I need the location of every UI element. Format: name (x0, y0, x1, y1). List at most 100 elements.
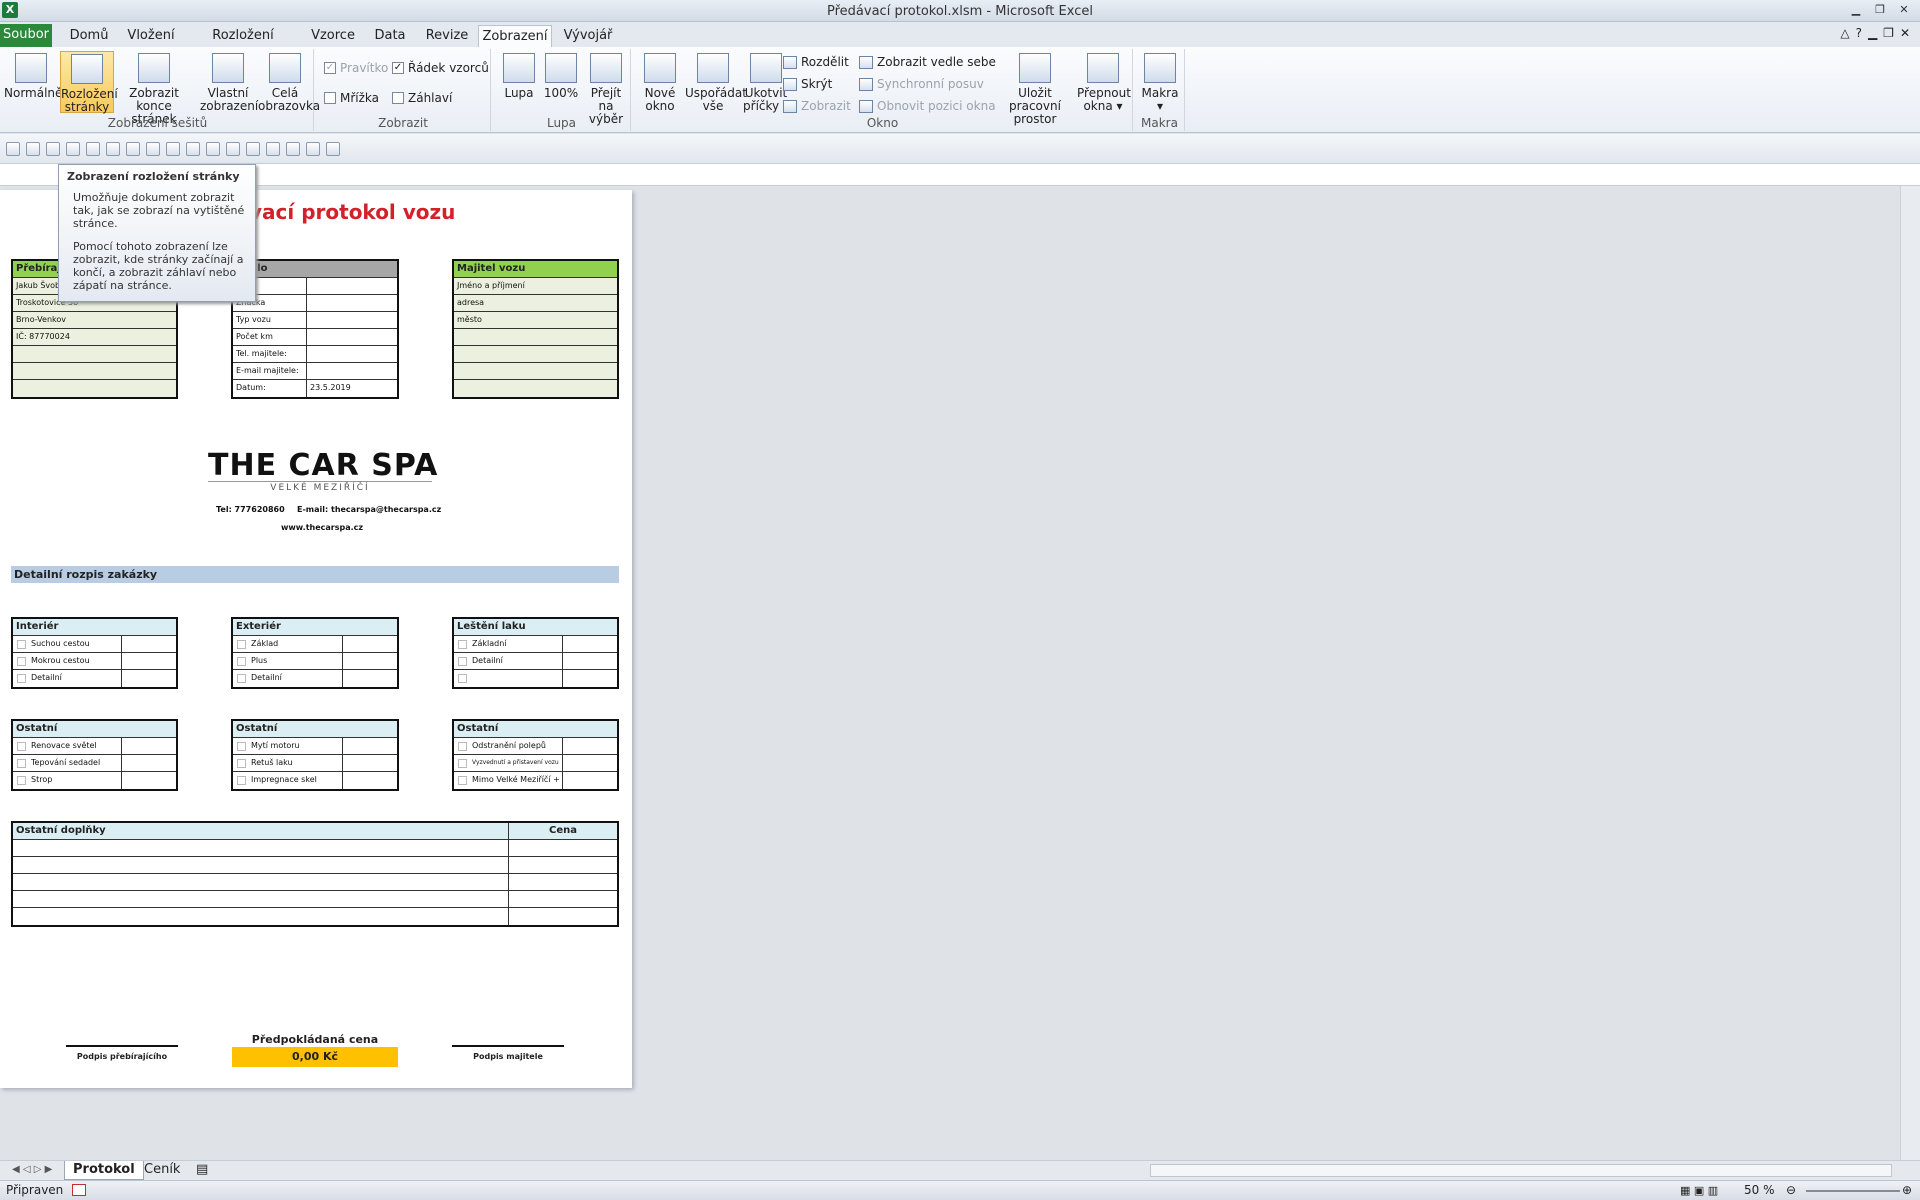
list-item[interactable]: Strop (13, 772, 176, 789)
formula-bar-checkbox[interactable]: ✓ Řádek vzorců (392, 59, 489, 77)
list-item[interactable]: Základní (454, 636, 617, 653)
new-window-button[interactable]: Nové okno (637, 51, 683, 113)
print-icon[interactable] (106, 141, 120, 156)
list-item[interactable]: Mimo Velké Meziříčí + (454, 772, 617, 789)
tab-file[interactable]: Soubor (0, 24, 52, 47)
list-item[interactable]: Suchou cestou (13, 636, 176, 653)
list-item[interactable]: Detailní (233, 670, 397, 687)
switch-windows-button[interactable]: Přepnout okna ▾ (1077, 51, 1131, 113)
table-row[interactable] (454, 380, 617, 397)
minimize-icon[interactable]: ▁ (1846, 2, 1866, 18)
tab-developer[interactable]: Vývojář (560, 25, 616, 47)
list-item[interactable]: Retuš laku (233, 755, 397, 772)
save-as-icon[interactable] (66, 141, 80, 156)
help-icon[interactable]: ? (1856, 26, 1862, 40)
insert-sheet-icon[interactable]: ▤ (188, 1161, 216, 1180)
table-row[interactable] (13, 380, 176, 397)
tab-insert[interactable]: Vložení (122, 25, 180, 47)
collapse-ribbon-icon[interactable]: △ (1840, 26, 1849, 40)
zoom-level[interactable]: 50 % (1744, 1181, 1775, 1200)
tab-home[interactable]: Domů (62, 25, 116, 47)
open-folder-icon[interactable] (26, 141, 40, 156)
vertical-scrollbar[interactable] (1900, 186, 1920, 1160)
tab-view[interactable]: Zobrazení (478, 25, 552, 47)
table-row[interactable] (13, 857, 617, 874)
save-workspace-button[interactable]: Uložit pracovní prostor (995, 51, 1075, 126)
list-item[interactable]: Mokrou cestou (13, 653, 176, 670)
split-button[interactable]: Rozdělit (783, 53, 849, 71)
view-side-by-side-button[interactable]: Zobrazit vedle sebe (859, 53, 996, 71)
table-row[interactable] (454, 329, 617, 346)
chart-icon[interactable] (286, 141, 300, 156)
table-row[interactable]: E-mail majitele: (233, 363, 397, 380)
list-item[interactable]: Mytí motoru (233, 738, 397, 755)
table-row[interactable] (13, 346, 176, 363)
table-row[interactable]: IČ: 87770024 (13, 329, 176, 346)
table-row[interactable]: Tel. majitele: (233, 346, 397, 363)
full-screen-button[interactable]: Celá obrazovka (258, 51, 320, 113)
custom-views-button[interactable]: Vlastní zobrazení (200, 51, 258, 113)
list-item[interactable]: Detailní (13, 670, 176, 687)
table-row[interactable]: Počet km (233, 329, 397, 346)
undo-icon[interactable] (126, 141, 140, 156)
redo-icon[interactable] (146, 141, 160, 156)
table-row[interactable] (454, 363, 617, 380)
sheet-nav-arrows-icon[interactable]: ◀ ◁ ▷ ▶ (4, 1161, 60, 1180)
horizontal-scrollbar[interactable] (1150, 1164, 1892, 1177)
table-row[interactable] (13, 908, 617, 925)
insert-rows-icon[interactable] (206, 141, 220, 156)
list-item[interactable]: Tepování sedadel (13, 755, 176, 772)
normal-view-button[interactable]: Normálně (4, 51, 62, 113)
list-item[interactable]: Odstranění polepů (454, 738, 617, 755)
new-file-icon[interactable] (6, 141, 20, 156)
tab-data[interactable]: Data (370, 25, 410, 47)
folder-icon[interactable] (246, 141, 260, 156)
reset-window-position-button[interactable]: Obnovit pozici okna (859, 97, 996, 115)
unhide-button[interactable]: Zobrazit (783, 97, 851, 115)
hide-button[interactable]: Skrýt (783, 75, 832, 93)
tab-review[interactable]: Revize (422, 25, 472, 47)
table-icon[interactable] (186, 141, 200, 156)
table-row[interactable] (454, 346, 617, 363)
tab-formulas[interactable]: Vzorce (308, 25, 358, 47)
ruler-checkbox[interactable]: ✓ Pravítko (324, 59, 388, 77)
synchronous-scrolling-button[interactable]: Synchronní posuv (859, 75, 984, 93)
zoom-in-icon[interactable]: ⊕ (1902, 1181, 1912, 1200)
zoom-button[interactable]: Lupa (499, 51, 539, 113)
table-row[interactable] (233, 278, 397, 295)
function-icon[interactable] (266, 141, 280, 156)
arrange-all-button[interactable]: Uspořádat vše (685, 51, 747, 113)
restore-workbook-icon[interactable]: ❐ (1883, 26, 1894, 40)
list-item[interactable] (454, 670, 617, 687)
headings-checkbox[interactable]: Záhlaví (392, 89, 452, 107)
table-row[interactable]: město (454, 312, 617, 329)
list-item[interactable]: Vyzvednutí a přistavení vozu (454, 755, 617, 772)
sheet-tab-pricelist[interactable]: Ceník (136, 1161, 188, 1180)
zoom-100-button[interactable]: 100% (541, 51, 581, 113)
close-icon[interactable]: ✕ (1894, 2, 1914, 18)
gridlines-checkbox[interactable]: Mřížka (324, 89, 379, 107)
table-row[interactable] (13, 840, 617, 857)
table-row[interactable]: Brno-Venkov (13, 312, 176, 329)
table-row[interactable]: Datum: 23.5.2019 (233, 380, 397, 397)
table-row[interactable]: Typ vozu (233, 312, 397, 329)
minimize-workbook-icon[interactable]: ▁ (1868, 26, 1877, 40)
table-row[interactable]: Jméno a příjmení (454, 278, 617, 295)
table-row[interactable] (13, 891, 617, 908)
zoom-to-selection-button[interactable]: Přejít na výběr (583, 51, 629, 126)
format-icon[interactable] (306, 141, 320, 156)
zoom-slider[interactable] (1806, 1190, 1900, 1192)
formula-bar[interactable] (0, 164, 1920, 186)
macros-button[interactable]: Makra ▾ (1138, 51, 1182, 113)
zoom-out-icon[interactable]: ⊖ (1786, 1181, 1796, 1200)
close-workbook-icon[interactable]: ✕ (1900, 26, 1910, 40)
borders-icon[interactable] (166, 141, 180, 156)
table-row[interactable] (13, 874, 617, 891)
save-icon[interactable] (46, 141, 60, 156)
page-break-preview-button[interactable]: Zobrazit konce stránek (116, 51, 192, 126)
view-mode-icons[interactable]: ▦ ▣ ▥ (1680, 1181, 1718, 1200)
sheet-tab-protocol[interactable]: Protokol (64, 1161, 144, 1180)
list-item[interactable]: Impregnace skel (233, 772, 397, 789)
table-row[interactable] (13, 363, 176, 380)
table-row[interactable]: adresa (454, 295, 617, 312)
